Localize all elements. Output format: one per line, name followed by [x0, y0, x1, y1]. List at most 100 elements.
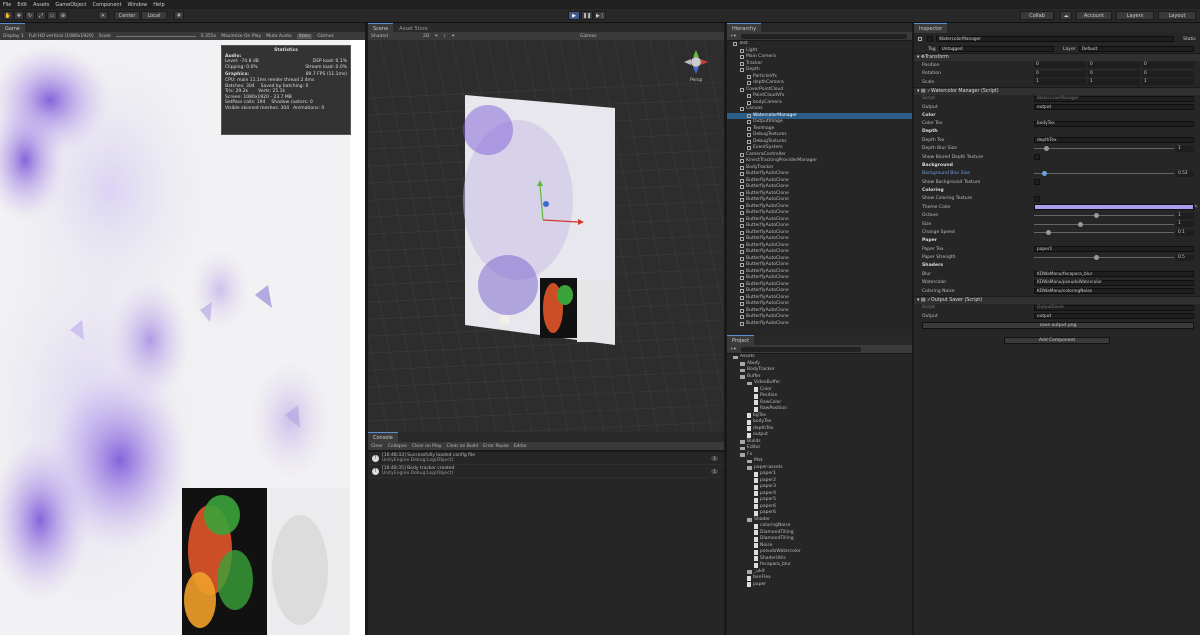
pos-y[interactable]: 0: [1088, 62, 1140, 69]
clear-on-play-toggle[interactable]: Clear on Play: [412, 444, 442, 449]
paper-tex-field[interactable]: paper1: [1034, 246, 1194, 253]
account-dropdown[interactable]: Account: [1076, 11, 1112, 20]
depth-tex-field[interactable]: depthTex: [1034, 137, 1194, 144]
tab-project[interactable]: Project: [727, 335, 755, 345]
play-button[interactable]: ▶: [568, 11, 580, 20]
stats-toggle[interactable]: Stats: [296, 33, 313, 39]
size-slider[interactable]: 1: [1034, 221, 1194, 228]
rot-x[interactable]: 0: [1034, 70, 1086, 77]
scene-gizmos-dropdown[interactable]: Gizmos: [580, 34, 597, 39]
menu-item-window[interactable]: Window: [128, 2, 148, 8]
menu-item-assets[interactable]: Assets: [33, 2, 49, 8]
hierarchy-search-input[interactable]: [741, 33, 907, 39]
maximize-on-play-toggle[interactable]: Maximize On Play: [221, 34, 261, 39]
orientation-gizmo[interactable]: [682, 48, 710, 76]
scale-x[interactable]: 1: [1034, 79, 1086, 86]
scale-z[interactable]: 1: [1142, 79, 1194, 86]
transform-tool-button[interactable]: ⊕: [58, 11, 68, 20]
pos-z[interactable]: 0: [1142, 62, 1194, 69]
transform-header[interactable]: ▾ ✥ Transform: [914, 53, 1200, 61]
gizmos-dropdown[interactable]: Gizmos: [317, 34, 334, 39]
shading-mode-dropdown[interactable]: Shaded: [371, 34, 388, 39]
editor-dropdown[interactable]: Editor: [514, 444, 527, 449]
step-button[interactable]: ▶❘: [594, 11, 606, 20]
rot-z[interactable]: 0: [1142, 70, 1194, 77]
effects-icon[interactable]: ✦: [451, 34, 455, 39]
color-tex-field[interactable]: bodyTex: [1034, 120, 1194, 127]
layers-dropdown[interactable]: Layers: [1116, 11, 1154, 20]
paper-strength-slider[interactable]: 0.5: [1034, 254, 1194, 261]
depth-blur-slider[interactable]: 1: [1034, 145, 1194, 152]
project-item[interactable]: paper: [727, 582, 912, 589]
show-coloring-checkbox[interactable]: [1034, 195, 1040, 202]
pos-x[interactable]: 0: [1034, 62, 1086, 69]
octave-slider[interactable]: 1: [1034, 212, 1194, 219]
layer-dropdown[interactable]: Default: [1078, 46, 1195, 52]
show-depth-checkbox[interactable]: [1034, 154, 1040, 161]
coloring-noise-field[interactable]: KDWaManu/coloringNoise: [1034, 288, 1194, 295]
watercolor-manager-header[interactable]: ▾ ▤ ✓ Watercolor Manager (Script): [914, 86, 1200, 95]
custom-tool-button[interactable]: ✕: [98, 11, 108, 20]
blur-shader-field[interactable]: KDWaManu/fecapara_blur: [1034, 271, 1194, 278]
grid-snap-button[interactable]: #: [174, 11, 184, 20]
collab-button[interactable]: Collab: [1020, 11, 1054, 20]
rot-y[interactable]: 0: [1088, 70, 1140, 77]
menu-item-file[interactable]: File: [3, 2, 11, 8]
watercolor-shader-field[interactable]: KDWaManu/pseudoWatercolor: [1034, 279, 1194, 286]
menu-item-edit[interactable]: Edit: [17, 2, 27, 8]
save-output-button[interactable]: save output png: [922, 321, 1194, 329]
persp-label[interactable]: Persp: [690, 78, 702, 83]
rect-tool-button[interactable]: ▭: [47, 11, 57, 20]
change-speed-value[interactable]: 0.1: [1176, 229, 1194, 236]
move-tool-button[interactable]: ✥: [14, 11, 24, 20]
size-value[interactable]: 1: [1176, 221, 1194, 228]
show-bg-checkbox[interactable]: [1034, 179, 1040, 186]
pause-button[interactable]: ❚❚: [581, 11, 593, 20]
object-name-field[interactable]: WatercolorManager: [936, 36, 1175, 42]
active-checkbox[interactable]: [927, 36, 933, 42]
os-output-field[interactable]: output: [1034, 313, 1194, 320]
hierarchy-item[interactable]: ButterflyAutoClone: [727, 321, 912, 328]
2d-toggle[interactable]: 2D: [423, 34, 429, 39]
menu-item-component[interactable]: Component: [93, 2, 122, 8]
octave-value[interactable]: 1: [1176, 212, 1194, 219]
console-clear-button[interactable]: Clear: [371, 444, 383, 449]
output-saver-header[interactable]: ▾ ▤ ✓ Output Saver (Script): [914, 295, 1200, 304]
layout-dropdown[interactable]: Layout: [1158, 11, 1196, 20]
create-dropdown[interactable]: +▾: [730, 34, 736, 39]
project-search-input[interactable]: [741, 346, 862, 352]
console-log-entry[interactable]: ! [16:48:33] Successfully loaded config f…: [368, 452, 724, 465]
wm-output-field[interactable]: output: [1034, 104, 1194, 111]
tab-inspector[interactable]: Inspector: [914, 23, 948, 33]
scene-viewport[interactable]: Persp: [368, 40, 724, 432]
project-create-dropdown[interactable]: +▾: [730, 347, 736, 352]
scale-tool-button[interactable]: ⤢: [36, 11, 46, 20]
scale-slider[interactable]: [115, 35, 196, 37]
hand-tool-button[interactable]: ✋: [3, 11, 13, 20]
eyedropper-icon[interactable]: ✎: [1194, 205, 1198, 210]
display-dropdown[interactable]: Display 1: [3, 34, 24, 39]
tag-dropdown[interactable]: Untagged: [938, 46, 1055, 52]
resolution-dropdown[interactable]: Full HD vertical (1080x1920): [29, 34, 94, 39]
menu-item-help[interactable]: Help: [153, 2, 164, 8]
bg-blur-value[interactable]: 0.52: [1176, 170, 1194, 177]
error-pause-toggle[interactable]: Error Pause: [483, 444, 509, 449]
lighting-icon[interactable]: ☀: [434, 34, 438, 39]
space-toggle[interactable]: Local: [141, 11, 167, 20]
bg-blur-slider[interactable]: 0.52: [1034, 170, 1194, 177]
audio-icon[interactable]: ♪: [443, 34, 446, 39]
scale-y[interactable]: 1: [1088, 79, 1140, 86]
add-component-button[interactable]: Add Component: [1004, 336, 1110, 344]
paper-strength-value[interactable]: 0.5: [1176, 254, 1194, 261]
tab-console[interactable]: Console: [368, 432, 398, 442]
clear-on-build-toggle[interactable]: Clear on Build: [447, 444, 479, 449]
static-toggle[interactable]: Static: [1183, 37, 1196, 42]
console-log-entry[interactable]: ! [16:48:35] Body tracker created UnityEng…: [368, 465, 724, 478]
menu-item-gameobject[interactable]: GameObject: [55, 2, 86, 8]
cloud-icon[interactable]: ☁: [1060, 11, 1072, 20]
theme-color-swatch[interactable]: [1034, 204, 1194, 211]
mute-audio-toggle[interactable]: Mute Audio: [266, 34, 292, 39]
pivot-toggle[interactable]: Center: [114, 11, 140, 20]
depth-blur-value[interactable]: 1: [1176, 145, 1194, 152]
collapse-toggle[interactable]: Collapse: [388, 444, 407, 449]
